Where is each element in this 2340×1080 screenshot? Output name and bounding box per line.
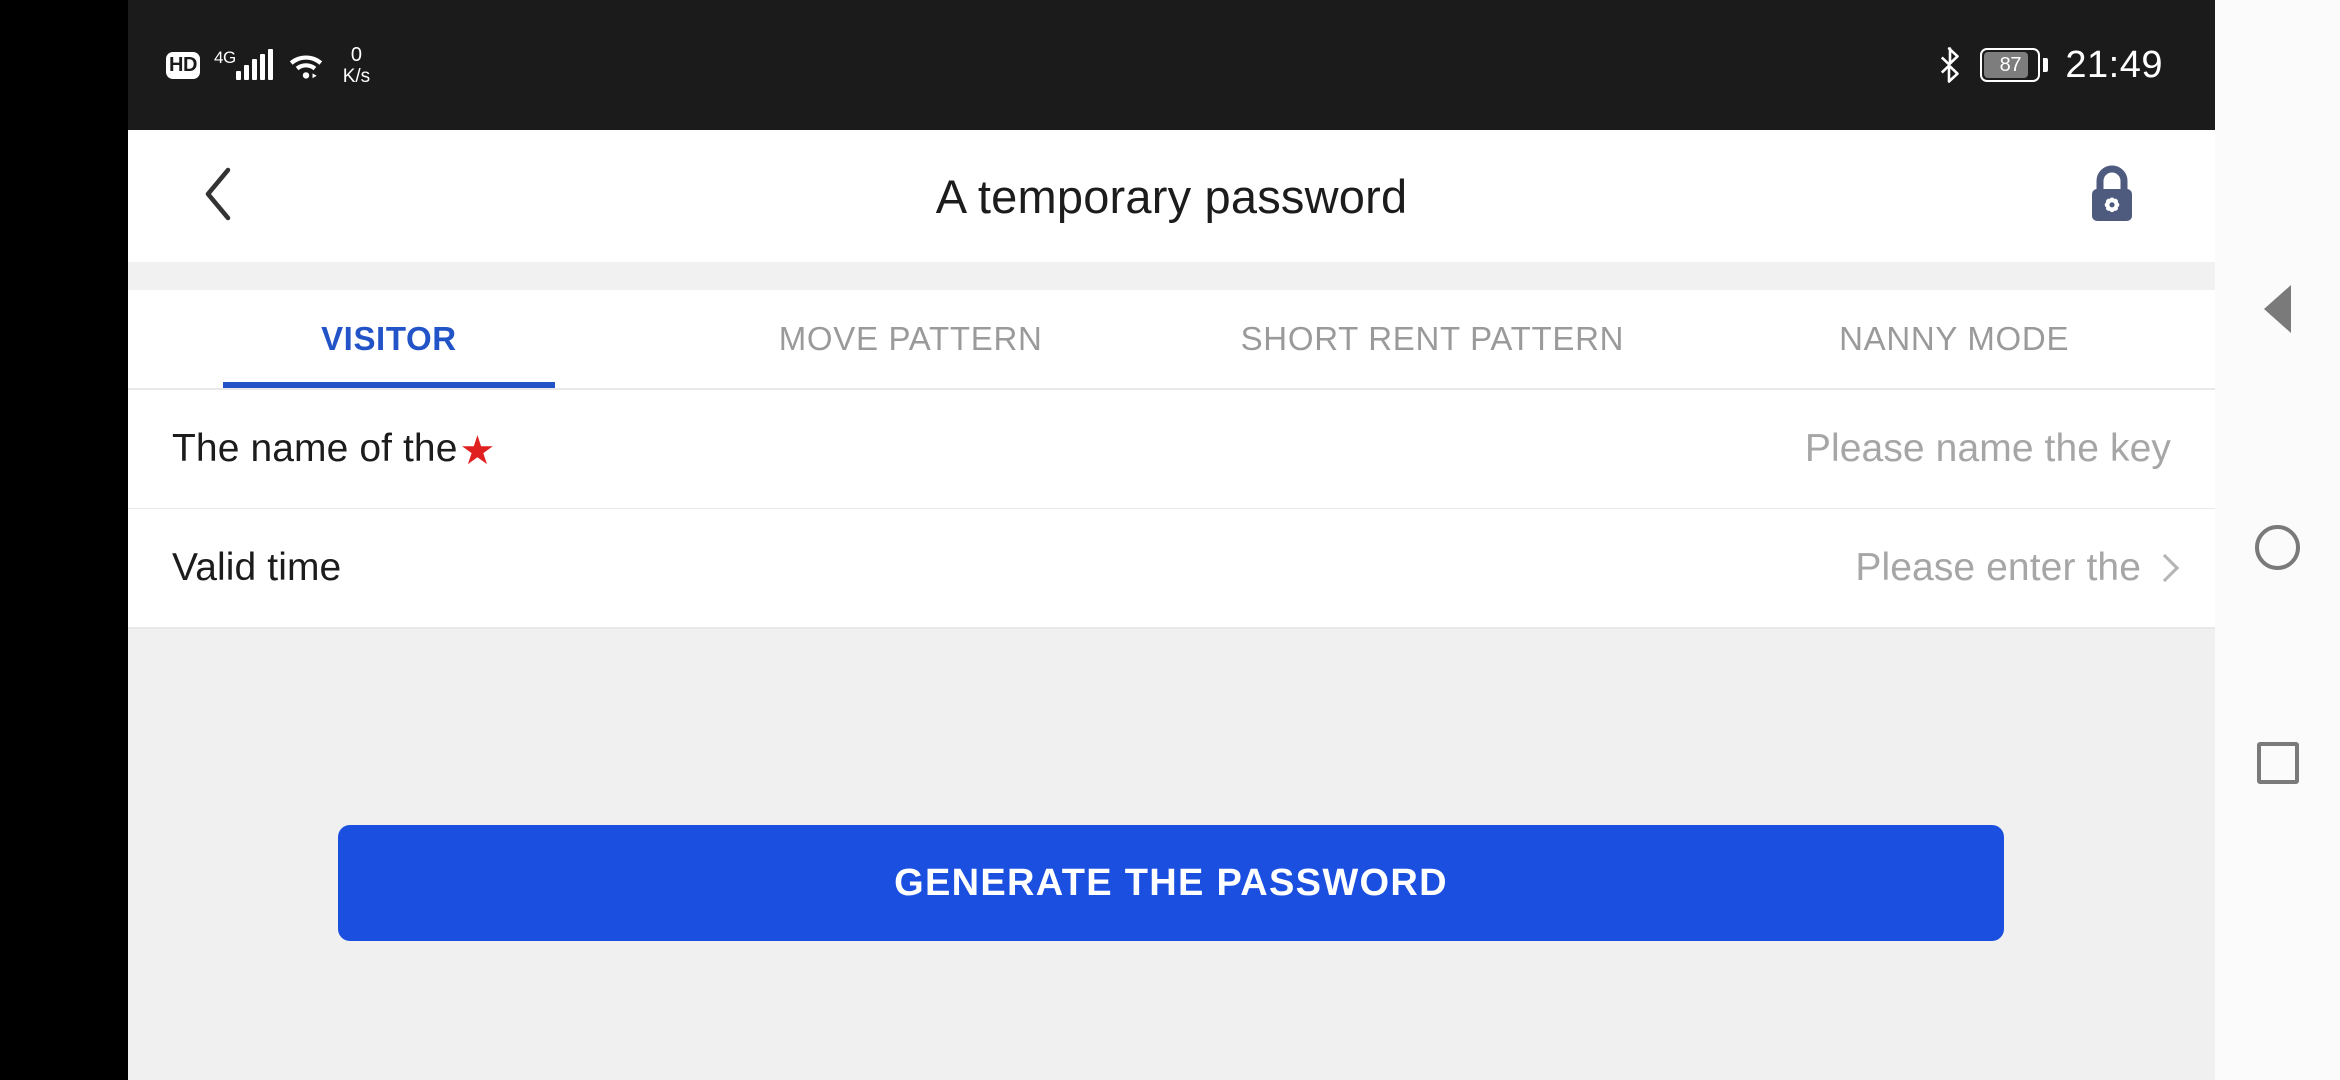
nav-back-button[interactable] — [2215, 246, 2340, 371]
nav-home-circle-icon — [2255, 525, 2300, 570]
nav-home-button[interactable] — [2215, 485, 2340, 610]
required-star-icon: ★ — [459, 429, 496, 473]
letterbox-left-bar — [0, 0, 128, 1080]
battery-level-label: 87 — [1999, 54, 2022, 76]
wifi-icon — [287, 50, 325, 80]
generate-password-button[interactable]: GENERATE THE PASSWORD — [338, 825, 2004, 941]
tab-nanny-mode-label: NANNY MODE — [1839, 320, 2070, 357]
nav-recents-square-icon — [2256, 741, 2299, 784]
tab-move-pattern[interactable]: MOVE PATTERN — [650, 290, 1172, 388]
signal-bars-glyph — [235, 49, 273, 80]
tab-visitor[interactable]: VISITOR — [128, 290, 650, 388]
tab-nanny-mode[interactable]: NANNY MODE — [1693, 290, 2215, 388]
status-bar-clock: 21:49 — [2065, 44, 2163, 86]
lock-settings-button[interactable] — [2057, 130, 2167, 262]
battery-cap — [2043, 58, 2049, 72]
data-rate-indicator: 0 K/s — [343, 45, 370, 86]
nav-recents-button[interactable] — [2215, 700, 2340, 825]
key-name-label-group: The name of the ★ — [172, 427, 495, 471]
signal-bars-icon: 4G — [214, 48, 273, 80]
status-bar-right-group: 87 21:49 — [1937, 0, 2163, 130]
key-name-input[interactable]: Please name the key — [1805, 427, 2171, 471]
page-title: A temporary password — [935, 169, 1408, 223]
nav-back-triangle-icon — [2264, 284, 2291, 333]
network-type-label: 4G — [214, 48, 236, 67]
content-area: GENERATE THE PASSWORD — [128, 629, 2215, 1080]
status-bar-left-group: HD 4G 0 K/s — [166, 0, 370, 130]
app-title-bar: A temporary password — [128, 130, 2215, 262]
valid-time-value: Please enter the — [1855, 546, 2141, 589]
form-row-key-name[interactable]: The name of the ★ Please name the key — [128, 390, 2215, 508]
valid-time-value-group[interactable]: Please enter the — [1855, 546, 2180, 590]
android-navigation-bar — [2215, 0, 2340, 1080]
key-name-label: The name of the — [172, 427, 458, 470]
lock-settings-icon — [2084, 163, 2140, 230]
screen-root: HD 4G 0 K/s 87 21:49 A temporary passwor… — [0, 0, 2340, 1080]
tab-move-pattern-label: MOVE PATTERN — [778, 320, 1043, 357]
header-separator-strip — [128, 262, 2215, 290]
tab-short-rent-pattern-label: SHORT RENT PATTERN — [1240, 320, 1625, 357]
valid-time-label: Valid time — [172, 546, 342, 589]
phone-app-area: HD 4G 0 K/s 87 21:49 A temporary passwor… — [128, 0, 2215, 1080]
data-rate-value: 0 — [350, 43, 362, 66]
form-row-valid-time[interactable]: Valid time Please enter the — [128, 509, 2215, 627]
tab-visitor-label: VISITOR — [321, 320, 457, 357]
chevron-right-icon — [2150, 553, 2180, 583]
bluetooth-icon — [1937, 46, 1963, 84]
hd-badge-icon: HD — [166, 51, 200, 79]
battery-indicator: 87 — [1980, 48, 2049, 82]
battery-body: 87 — [1980, 48, 2041, 82]
status-bar: HD 4G 0 K/s 87 21:49 — [128, 0, 2215, 130]
tab-short-rent-pattern[interactable]: SHORT RENT PATTERN — [1172, 290, 1694, 388]
tab-bar: VISITOR MOVE PATTERN SHORT RENT PATTERN … — [128, 290, 2215, 388]
data-rate-unit: K/s — [342, 65, 371, 87]
